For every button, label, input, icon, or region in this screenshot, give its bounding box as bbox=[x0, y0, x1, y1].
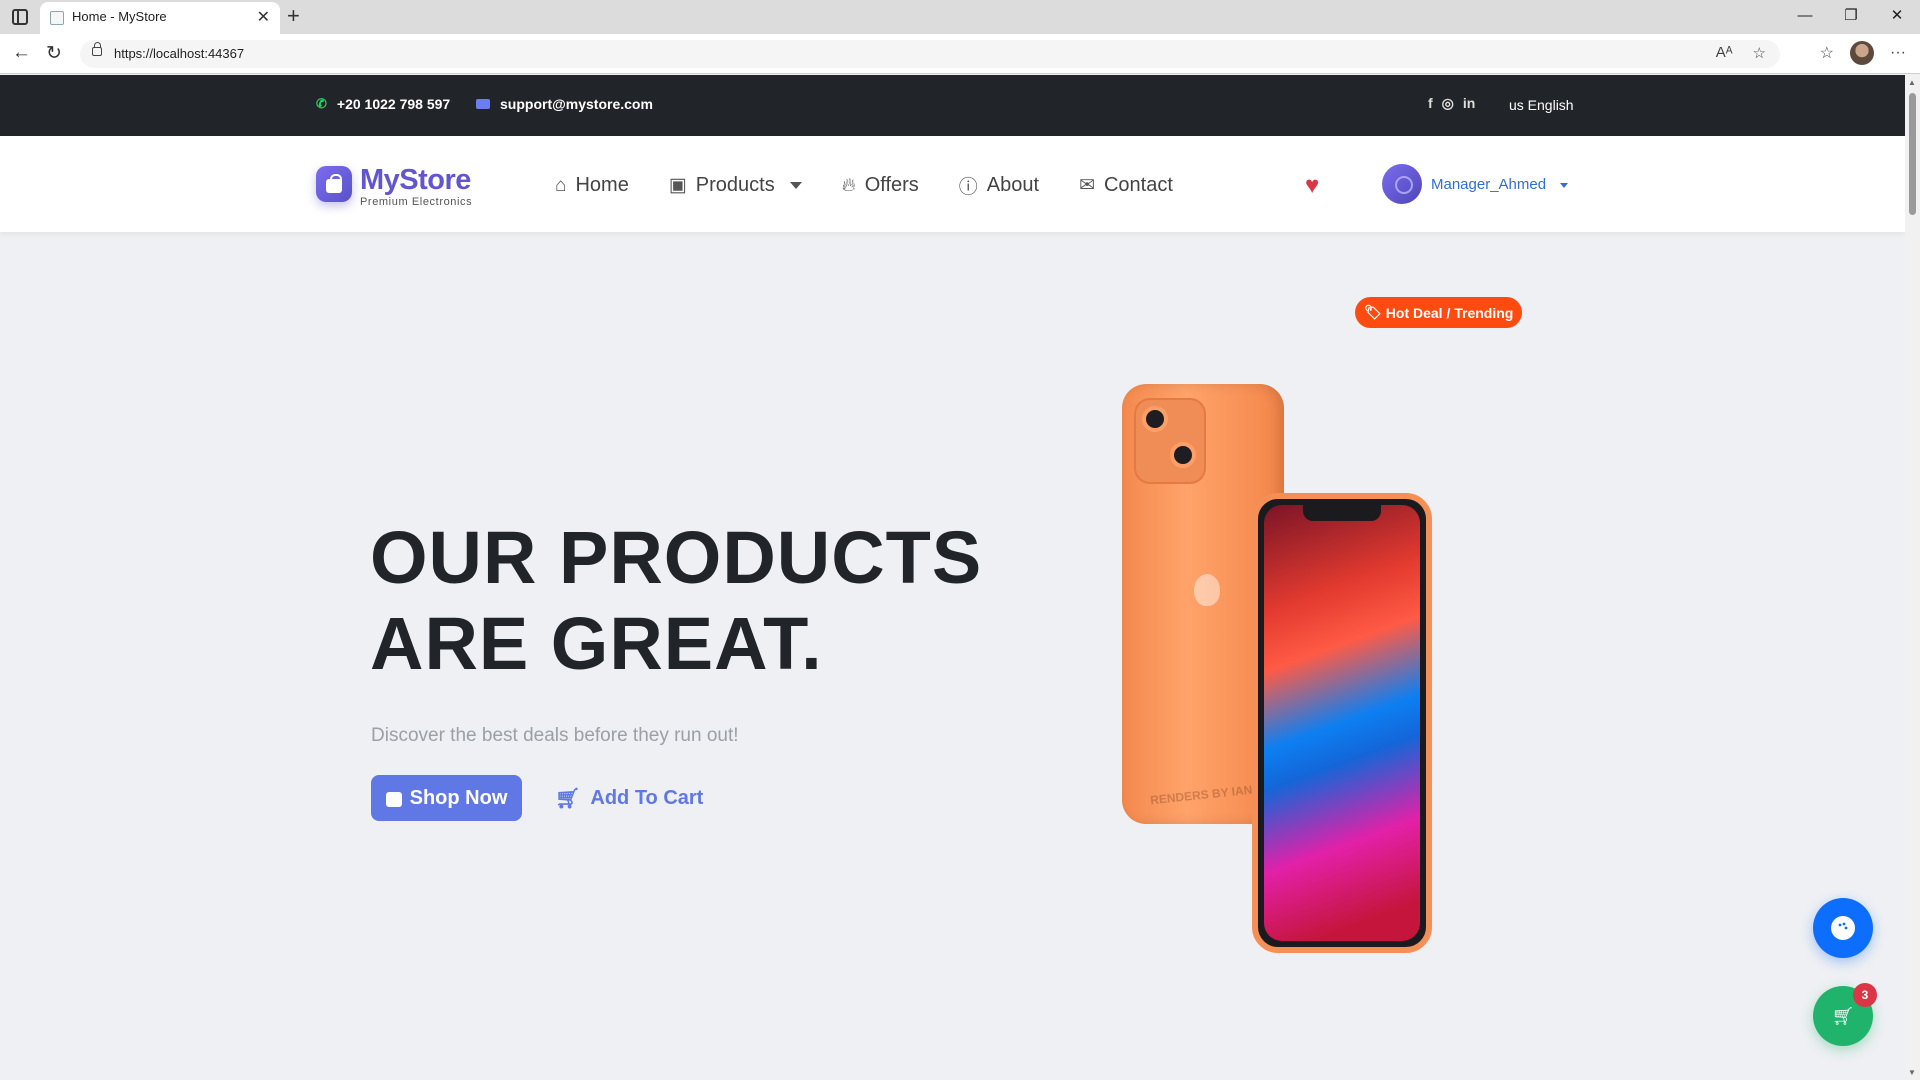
main-navbar: MyStore Premium Electronics ⌂ Home ▣ Pro… bbox=[0, 136, 1905, 232]
tag-icon: 🏷︎ bbox=[1364, 304, 1382, 320]
site-topbar: ✆ +20 1022 798 597 support@mystore.com f… bbox=[0, 75, 1905, 136]
cart-icon: 🛒︎ bbox=[1831, 1005, 1855, 1026]
mail-icon: ✉ bbox=[1079, 175, 1095, 196]
window-controls: — ❐ ✕ bbox=[1782, 0, 1920, 34]
shop-now-button[interactable]: Shop Now bbox=[371, 775, 522, 821]
phone-contact[interactable]: ✆ +20 1022 798 597 bbox=[316, 96, 450, 112]
nav-menu: ⌂ Home ▣ Products 🔥︎ Offers ⓘ About ✉ Co… bbox=[555, 172, 1173, 199]
nav-offers-label: Offers bbox=[864, 174, 919, 196]
nav-contact[interactable]: ✉ Contact bbox=[1079, 172, 1173, 199]
scroll-thumb[interactable] bbox=[1909, 93, 1916, 215]
address-bar-tools: Aᴬ ☆ bbox=[1716, 44, 1766, 62]
nav-about-label: About bbox=[986, 174, 1040, 196]
social-links: f ◎ in bbox=[1428, 95, 1475, 112]
scroll-up-icon[interactable]: ▲ bbox=[1908, 78, 1916, 87]
store-bag-icon[interactable] bbox=[316, 166, 352, 202]
wishlist-heart-icon[interactable]: ♥ bbox=[1305, 172, 1319, 200]
brand-name[interactable]: MyStore bbox=[360, 164, 471, 197]
nav-products[interactable]: ▣ Products bbox=[669, 172, 802, 199]
nav-about[interactable]: ⓘ About bbox=[959, 172, 1039, 199]
lock-icon[interactable] bbox=[92, 42, 102, 56]
info-icon: ⓘ bbox=[958, 177, 978, 198]
new-tab-icon[interactable]: + bbox=[287, 3, 300, 29]
user-avatar[interactable] bbox=[1382, 164, 1422, 204]
facebook-icon[interactable]: f bbox=[1428, 95, 1433, 112]
phone-number[interactable]: +20 1022 798 597 bbox=[337, 96, 450, 112]
browser-toolbar: ← ↻ https://localhost:44367 Aᴬ ☆ ☆ ··· bbox=[0, 34, 1920, 74]
bag-icon: ▣ bbox=[668, 175, 687, 196]
back-arrow-icon[interactable]: ← bbox=[12, 42, 31, 64]
hot-deal-label: Hot Deal / Trending bbox=[1385, 304, 1514, 321]
scroll-down-icon[interactable]: ▼ bbox=[1908, 1068, 1916, 1077]
camera-lens bbox=[1170, 442, 1196, 468]
cart-plus-icon: 🛒︎ bbox=[555, 788, 581, 810]
add-to-cart-label: Add To Cart bbox=[590, 787, 704, 809]
user-menu-name[interactable]: Manager_Ahmed bbox=[1431, 176, 1546, 193]
image-watermark: RENDERS BY IAN bbox=[1149, 782, 1253, 808]
phone-screen bbox=[1264, 505, 1420, 941]
fire-icon: 🔥︎ bbox=[841, 174, 856, 196]
product-phone-front-image bbox=[1252, 493, 1432, 953]
tab-favicon-icon bbox=[50, 11, 64, 25]
theme-palette-button[interactable] bbox=[1813, 898, 1873, 958]
cart-count-badge: 3 bbox=[1853, 983, 1877, 1007]
hero-title: OUR PRODUCTS ARE GREAT. bbox=[370, 515, 982, 687]
email-contact[interactable]: support@mystore.com bbox=[476, 96, 653, 112]
url-text[interactable]: https://localhost:44367 bbox=[114, 46, 244, 61]
refresh-icon[interactable]: ↻ bbox=[46, 42, 62, 65]
tab-title: Home - MyStore bbox=[72, 9, 167, 24]
brand-tagline: Premium Electronics bbox=[360, 196, 473, 208]
apple-logo bbox=[1194, 574, 1220, 606]
shop-now-label: Shop Now bbox=[409, 786, 508, 809]
browser-tab-active[interactable]: Home - MyStore ✕ bbox=[40, 2, 280, 34]
nav-offers[interactable]: 🔥︎ Offers bbox=[842, 172, 919, 199]
hero-subtitle: Discover the best deals before they run … bbox=[371, 725, 739, 746]
tab-close-icon[interactable]: ✕ bbox=[257, 7, 270, 27]
envelope-icon bbox=[476, 99, 490, 109]
camera-module bbox=[1134, 398, 1206, 484]
home-icon: ⌂ bbox=[555, 174, 567, 196]
favorites-icon[interactable]: ☆ bbox=[1820, 43, 1834, 63]
restore-icon[interactable]: ❐ bbox=[1828, 0, 1874, 34]
favorite-star-icon[interactable]: ☆ bbox=[1753, 44, 1766, 62]
hero-title-line2: ARE GREAT. bbox=[370, 602, 823, 685]
add-to-cart-button[interactable]: 🛒︎ Add To Cart bbox=[555, 786, 703, 811]
hero-title-line1: OUR PRODUCTS bbox=[370, 516, 983, 599]
email-address[interactable]: support@mystore.com bbox=[500, 96, 653, 112]
nav-home-label: Home bbox=[575, 174, 629, 196]
read-aloud-icon[interactable]: Aᴬ bbox=[1716, 44, 1733, 62]
chevron-down-icon bbox=[789, 182, 802, 189]
camera-lens bbox=[1142, 406, 1168, 432]
phone-notch bbox=[1303, 505, 1381, 521]
browser-right-tools: ☆ ··· bbox=[1820, 41, 1906, 65]
language-selector[interactable]: us English bbox=[1509, 97, 1574, 113]
hot-deal-badge: 🏷︎ Hot Deal / Trending bbox=[1355, 297, 1523, 328]
page-scrollbar[interactable]: ▲ ▼ bbox=[1905, 75, 1920, 1080]
linkedin-icon[interactable]: in bbox=[1463, 95, 1475, 112]
address-bar[interactable]: https://localhost:44367 Aᴬ ☆ bbox=[80, 40, 1780, 68]
tab-actions-icon[interactable] bbox=[12, 9, 28, 25]
shopping-bag-icon bbox=[385, 791, 402, 807]
minimize-icon[interactable]: — bbox=[1782, 0, 1828, 34]
more-menu-icon[interactable]: ··· bbox=[1890, 44, 1906, 62]
palette-icon bbox=[1838, 922, 1848, 930]
instagram-icon[interactable]: ◎ bbox=[1442, 95, 1454, 112]
nav-home[interactable]: ⌂ Home bbox=[555, 172, 629, 199]
user-menu-caret-icon[interactable] bbox=[1560, 183, 1568, 188]
nav-products-label: Products bbox=[695, 174, 775, 196]
profile-avatar[interactable] bbox=[1850, 41, 1875, 65]
close-window-icon[interactable]: ✕ bbox=[1874, 0, 1920, 34]
whatsapp-icon: ✆ bbox=[316, 96, 327, 111]
browser-tab-bar: Home - MyStore ✕ + — ❐ ✕ bbox=[0, 0, 1920, 34]
nav-contact-label: Contact bbox=[1103, 174, 1173, 196]
